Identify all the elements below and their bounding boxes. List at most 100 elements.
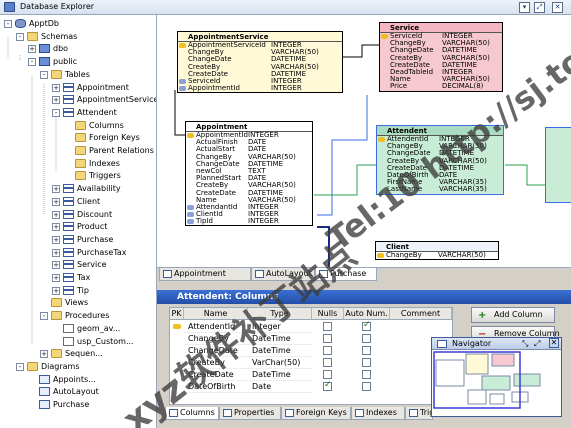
auto-num-checkbox[interactable] xyxy=(362,370,371,379)
collapse-icon[interactable]: - xyxy=(16,362,24,371)
add-column-button[interactable]: + Add Column xyxy=(471,307,555,323)
collapse-icon[interactable]: - xyxy=(52,108,60,117)
column-name: ChangeBy xyxy=(386,251,422,259)
tree-item-service[interactable]: + Service xyxy=(0,258,156,271)
tree-item-diagrams[interactable]: - Diagrams xyxy=(0,360,156,373)
tree-item-tax[interactable]: + Tax xyxy=(0,271,156,284)
expand-icon[interactable]: + xyxy=(40,350,48,359)
expand-icon[interactable]: + xyxy=(52,185,60,194)
nulls-checkbox[interactable] xyxy=(323,334,332,343)
maximize-icon[interactable]: ⤢ xyxy=(534,2,545,13)
dropdown-icon[interactable]: ▾ xyxy=(519,2,530,13)
collapse-icon[interactable]: - xyxy=(28,58,36,67)
tree-item-tip[interactable]: + Tip xyxy=(0,284,156,297)
tree-item-discount[interactable]: + Discount xyxy=(0,208,156,221)
entity-column[interactable]: ChangeBy VARCHAR(50) xyxy=(376,251,498,259)
nulls-checkbox[interactable] xyxy=(323,370,332,379)
close-icon[interactable]: ✕ xyxy=(552,2,563,13)
entity-partial[interactable] xyxy=(545,127,571,203)
tree-item-sequences[interactable]: + Sequen... xyxy=(0,347,156,360)
tree-item-schemas[interactable]: - Schemas xyxy=(0,30,156,43)
auto-num-checkbox[interactable] xyxy=(362,346,371,355)
grid-header[interactable]: Nulls xyxy=(312,308,344,320)
cell-type[interactable]: VarChar(50) xyxy=(248,357,312,369)
expand-icon[interactable]: + xyxy=(52,210,60,219)
tree-item-apptdb[interactable]: - ApptDb xyxy=(0,17,156,30)
close-icon[interactable]: ✕ xyxy=(549,338,559,348)
tab-properties[interactable]: Properties xyxy=(219,407,281,420)
expand-icon[interactable]: + xyxy=(52,286,60,295)
auto-num-checkbox[interactable] xyxy=(362,358,371,367)
expand-icon[interactable]: + xyxy=(52,248,60,257)
tree-item-views[interactable]: Views xyxy=(0,296,156,309)
entity-column[interactable]: AppointmentId INTEGER xyxy=(178,84,342,92)
expand-icon[interactable]: + xyxy=(52,235,60,244)
tree-item-purchasetax[interactable]: + PurchaseTax xyxy=(0,246,156,259)
tree-item-label: Triggers xyxy=(89,171,121,181)
collapse-icon[interactable]: - xyxy=(40,70,48,79)
tree-item-geom-av[interactable]: geom_av... xyxy=(0,322,156,335)
expand-icon[interactable]: + xyxy=(52,274,60,282)
tab-indexes[interactable]: Indexes xyxy=(351,407,405,420)
nulls-checkbox[interactable] xyxy=(323,358,332,367)
plus-icon: + xyxy=(478,310,487,321)
auto-num-checkbox[interactable] xyxy=(362,320,371,331)
expand-icon[interactable]: + xyxy=(52,197,60,206)
grid-header[interactable]: PK xyxy=(170,308,184,320)
expand-icon[interactable]: + xyxy=(52,83,60,92)
entity-column[interactable]: TipId INTEGER xyxy=(186,218,312,225)
tree-item-indexes[interactable]: Indexes xyxy=(0,157,156,170)
maximize-icon[interactable]: ⤢ xyxy=(534,338,540,350)
folder-icon xyxy=(75,146,86,155)
collapse-icon[interactable]: - xyxy=(40,312,48,321)
tree-item-availability[interactable]: + Availability xyxy=(0,182,156,195)
navigator-window[interactable]: Navigator ⤡ ⤢ ✕ xyxy=(431,337,562,417)
procedure-icon xyxy=(63,323,74,333)
tree-item-triggers[interactable]: Triggers xyxy=(0,169,156,182)
navigator-minimap[interactable] xyxy=(432,350,561,416)
tree-item-appointmentservice[interactable]: + AppointmentService xyxy=(0,93,156,106)
entity-column[interactable]: Price DECIMAL(8) xyxy=(380,83,502,90)
tree-item-attendent[interactable]: - Attendent xyxy=(0,106,156,119)
grid-header[interactable]: Auto Num. xyxy=(344,308,390,320)
entity-appointment[interactable]: Appointment AppointmentId INTEGER ActualFin… xyxy=(185,121,313,227)
nulls-checkbox[interactable] xyxy=(323,380,332,391)
tree-item-public[interactable]: - public xyxy=(0,55,156,68)
entity-client[interactable]: Client ChangeBy VARCHAR(50) xyxy=(375,241,499,261)
grid-header[interactable]: Comment xyxy=(390,308,452,320)
tree-item-parent-relations[interactable]: Parent Relations xyxy=(0,144,156,157)
tree-item-tables[interactable]: - Tables xyxy=(0,68,156,81)
tab-foreign-keys[interactable]: Foreign Keys xyxy=(281,407,351,420)
cell-type[interactable]: Date xyxy=(248,381,312,393)
tree-item-procedures[interactable]: - Procedures xyxy=(0,309,156,322)
restore-icon[interactable]: ⤡ xyxy=(522,338,528,350)
schema-icon xyxy=(39,44,50,54)
tree-item-appointment[interactable]: + Appointment xyxy=(0,81,156,94)
entity-appointmentservice[interactable]: AppointmentService AppointmentServiceId IN… xyxy=(177,31,343,94)
expand-icon[interactable]: + xyxy=(52,96,60,105)
nulls-checkbox[interactable] xyxy=(323,346,332,355)
expand-icon[interactable]: + xyxy=(28,45,36,54)
auto-num-checkbox[interactable] xyxy=(362,382,371,391)
cell-type[interactable]: DateTime xyxy=(248,369,312,381)
collapse-icon[interactable]: - xyxy=(4,20,12,28)
tree-item-product[interactable]: + Product xyxy=(0,220,156,233)
tree-item-label: Foreign Keys xyxy=(89,133,140,143)
entity-service[interactable]: Service ServiceId INTEGER ChangeBy VARCHAR(5… xyxy=(379,22,503,92)
tree-item-label: public xyxy=(53,57,78,67)
tree-item-usp-custom[interactable]: usp_Custom... xyxy=(0,335,156,348)
tree-item-purchase[interactable]: + Purchase xyxy=(0,233,156,246)
tree-item-foreign-keys[interactable]: Foreign Keys xyxy=(0,131,156,144)
tab-triggers[interactable]: Triggers xyxy=(405,407,433,420)
collapse-icon[interactable]: - xyxy=(16,32,24,41)
expand-icon[interactable]: + xyxy=(52,261,60,270)
nulls-checkbox[interactable] xyxy=(323,322,332,331)
expand-icon[interactable]: + xyxy=(52,223,60,232)
tab-appointment[interactable]: Appointment xyxy=(159,268,251,281)
tree-item-columns[interactable]: Columns xyxy=(0,119,156,132)
tree-item-dbo[interactable]: + dbo xyxy=(0,42,156,55)
tree-item-client[interactable]: + Client xyxy=(0,195,156,208)
index-icon xyxy=(355,409,364,417)
auto-num-checkbox[interactable] xyxy=(362,334,371,343)
foreign-key-icon xyxy=(187,219,194,225)
